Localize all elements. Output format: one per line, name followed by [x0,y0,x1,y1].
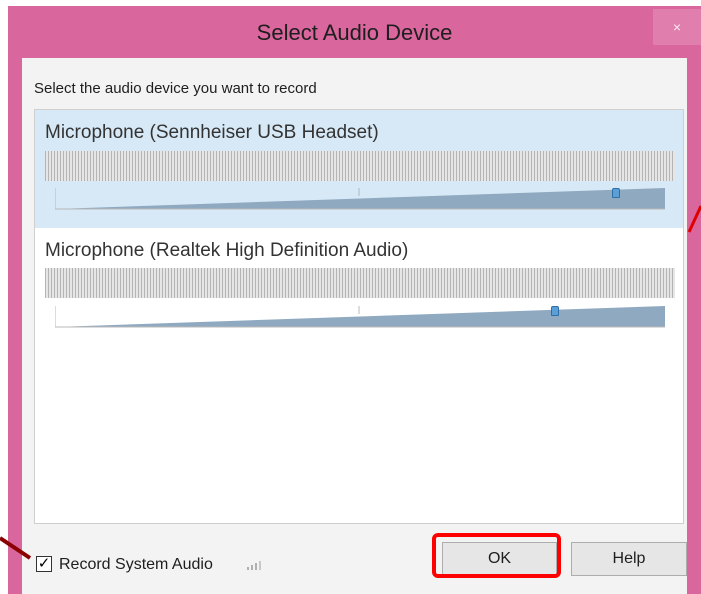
title-bar[interactable]: Select Audio Device × [8,6,701,58]
signal-strength-icon [247,561,261,570]
ok-button-highlight [432,533,561,578]
device-list: Microphone (Sennheiser USB Headset) Micr… [34,109,684,524]
device-name: Microphone (Sennheiser USB Headset) [45,122,379,143]
window-title: Select Audio Device [256,20,453,45]
input-level-meter [45,151,675,181]
volume-slider-ramp [55,306,665,328]
close-button[interactable]: × [653,9,701,45]
close-icon: × [672,19,682,35]
volume-slider-thumb[interactable] [551,306,560,316]
volume-slider[interactable] [55,188,665,210]
instruction-text: Select the audio device you want to reco… [34,80,317,97]
volume-slider[interactable] [55,306,665,328]
device-item-sennheiser[interactable]: Microphone (Sennheiser USB Headset) [35,110,683,228]
annotation-arrow-right [687,205,701,233]
dialog-body: Select the audio device you want to reco… [22,58,687,594]
device-item-realtek[interactable]: Microphone (Realtek High Definition Audi… [35,228,683,346]
volume-slider-ramp [55,188,665,210]
input-level-meter [45,268,675,298]
device-name: Microphone (Realtek High Definition Audi… [45,240,409,261]
record-system-audio-label[interactable]: Record System Audio [59,556,213,574]
volume-slider-thumb[interactable] [612,188,621,198]
select-audio-device-window: Select Audio Device × Select the audio d… [8,6,701,594]
annotation-arrow-left [0,536,32,560]
help-button[interactable]: Help [571,542,687,576]
